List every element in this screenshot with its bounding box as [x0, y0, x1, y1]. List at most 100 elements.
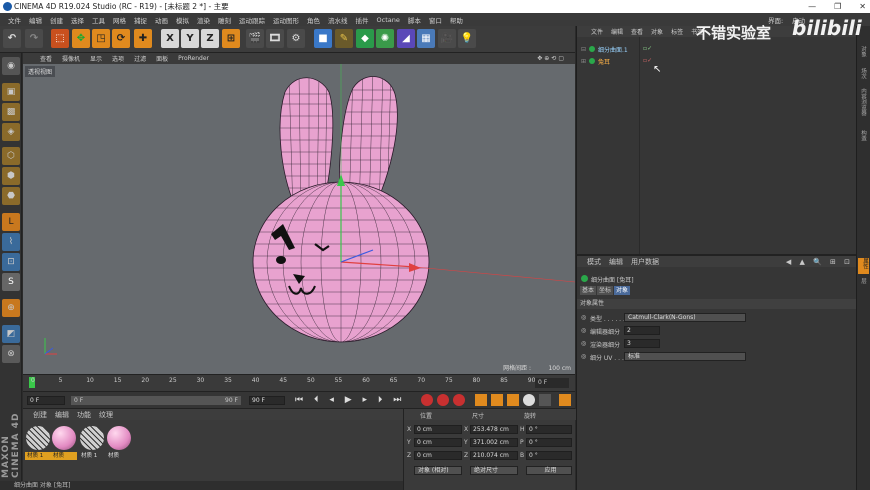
visibility-checkmark-icon[interactable]: ▫✓	[643, 57, 652, 64]
position-y-field[interactable]: 0 cm	[414, 438, 462, 447]
viewport-menu-panel[interactable]: 面板	[151, 54, 173, 63]
attr-menu-userdata[interactable]: 用户数据	[631, 257, 659, 267]
position-x-field[interactable]: 0 cm	[414, 425, 462, 434]
object-menu-view[interactable]: 查看	[627, 27, 647, 36]
start-frame-field[interactable]: 0 F	[27, 396, 65, 405]
side-tab-takes[interactable]: 场次	[859, 68, 867, 79]
attr-menu-edit[interactable]: 编辑	[609, 257, 623, 267]
perspective-viewport[interactable]: 透视视图 网格间距: 100 cm	[23, 64, 575, 374]
camera-icon[interactable]: 🎥	[438, 29, 456, 48]
move-icon[interactable]: ✥	[72, 29, 90, 48]
size-z-field[interactable]: 210.074 cm	[470, 451, 518, 460]
render-picture-viewer-icon[interactable]: 🎞	[266, 29, 284, 48]
material-swatch[interactable]: 材质 1	[25, 426, 51, 462]
key-pla-icon[interactable]	[539, 394, 551, 406]
radio-dot-icon[interactable]: ◎	[581, 314, 586, 321]
menu-edit[interactable]: 编辑	[25, 15, 46, 25]
size-y-field[interactable]: 371.002 cm	[470, 438, 518, 447]
radio-dot-icon[interactable]: ◎	[581, 340, 586, 347]
planar-workplane-icon[interactable]: ◩	[2, 325, 20, 343]
menu-character[interactable]: 角色	[303, 15, 324, 25]
tree-expand-icon[interactable]: ⊞	[581, 58, 586, 65]
menu-file[interactable]: 文件	[4, 15, 25, 25]
apply-button[interactable]: 应用	[526, 466, 572, 475]
object-row[interactable]: ⊟ 细分曲面.1 ▫✓	[581, 45, 781, 55]
light-icon[interactable]: 💡	[458, 29, 476, 48]
attr-tab-basic[interactable]: 基本	[580, 286, 596, 295]
side-tab-objects[interactable]: 对象	[859, 46, 867, 57]
menu-sculpt[interactable]: 雕刻	[214, 15, 235, 25]
playback-controls[interactable]: ⏮ ⏴ ◂ ▶ ▸ ⏵ ⏭	[295, 395, 405, 405]
position-z-field[interactable]: 0 cm	[414, 451, 462, 460]
timeline-menu-icon[interactable]	[559, 394, 571, 406]
menu-plugins[interactable]: 插件	[352, 15, 373, 25]
menu-mesh[interactable]: 网格	[109, 15, 130, 25]
key-scale-icon[interactable]	[491, 394, 503, 406]
menu-pipeline[interactable]: 流水线	[324, 15, 352, 25]
render-settings-icon[interactable]: ⚙	[287, 29, 305, 48]
maximize-button[interactable]: ❐	[834, 0, 841, 13]
menu-create[interactable]: 创建	[46, 15, 67, 25]
deformer-icon[interactable]: ◢	[397, 29, 415, 48]
menu-tools[interactable]: 工具	[88, 15, 109, 25]
coordinate-system-icon[interactable]: ⊞	[222, 29, 240, 48]
material-swatch[interactable]: 材质	[51, 426, 77, 462]
autokey-icon[interactable]	[437, 394, 449, 406]
axis-y-button[interactable]: Y	[181, 29, 199, 48]
timeline[interactable]: 0 5 10 15 20 25 30 35 40 45 50 55 60 65 70 75 80 85 90 0 F	[23, 374, 575, 391]
keyframe-selection-icon[interactable]	[453, 394, 465, 406]
cube-primitive-icon[interactable]: ■	[314, 29, 332, 48]
menu-animate[interactable]: 动画	[151, 15, 172, 25]
viewport-solo-icon[interactable]: ⊡	[2, 253, 20, 271]
end-frame-field[interactable]: 90 F	[249, 396, 285, 405]
attr-tab-object[interactable]: 对象	[614, 286, 630, 295]
array-icon[interactable]: ✺	[376, 29, 394, 48]
quantize-icon[interactable]: ⊗	[2, 345, 20, 363]
subdivision-surface-icon[interactable]: ◆	[356, 29, 374, 48]
model-mode-icon[interactable]: ▣	[2, 83, 20, 101]
axis-x-button[interactable]: X	[161, 29, 179, 48]
close-button[interactable]: ✕	[859, 0, 866, 13]
radio-dot-icon[interactable]: ◎	[581, 327, 586, 334]
locked-workplane-icon[interactable]: ⊕	[2, 299, 20, 317]
workplane-mode-icon[interactable]: ◈	[2, 123, 20, 141]
record-icon[interactable]	[421, 394, 433, 406]
side-tab-attributes[interactable]: 属性	[858, 258, 869, 274]
texture-mode-icon[interactable]: ▩	[2, 103, 20, 121]
key-position-icon[interactable]	[475, 394, 487, 406]
render-view-icon[interactable]: 🎬	[246, 29, 264, 48]
object-menu-object[interactable]: 对象	[647, 27, 667, 36]
tweak-mode-icon[interactable]: ⌇	[2, 233, 20, 251]
rotation-p-field[interactable]: 0 °	[526, 438, 572, 447]
undo-icon[interactable]: ↶	[3, 29, 21, 48]
coord-mode-dropdown[interactable]: 对象 (相对)	[414, 466, 462, 475]
axis-z-button[interactable]: Z	[201, 29, 219, 48]
current-frame-field[interactable]: 0 F	[535, 378, 569, 388]
menu-octane[interactable]: Octane	[373, 16, 404, 24]
attr-menu-mode[interactable]: 模式	[587, 257, 601, 267]
menu-simulate[interactable]: 模拟	[172, 15, 193, 25]
attr-nav-icons[interactable]: ◀ ▲ 🔍 ⊞ ⊡	[786, 258, 853, 266]
side-tab-content-browser[interactable]: 内容浏览器	[859, 88, 867, 116]
menu-script[interactable]: 脚本	[404, 15, 425, 25]
viewport-menu-display[interactable]: 显示	[85, 54, 107, 63]
tree-expand-icon[interactable]: ⊟	[581, 46, 586, 53]
key-parameter-icon[interactable]	[523, 394, 535, 406]
make-editable-icon[interactable]: ◉	[2, 57, 20, 75]
edges-mode-icon[interactable]: ⬢	[2, 167, 20, 185]
side-tab-layers[interactable]: 层	[859, 278, 867, 284]
key-rotation-icon[interactable]	[507, 394, 519, 406]
attr-tab-coords[interactable]: 坐标	[597, 286, 613, 295]
object-menu-file[interactable]: 文件	[587, 27, 607, 36]
polygons-mode-icon[interactable]: ⬣	[2, 187, 20, 205]
visibility-checkmark-icon[interactable]: ▫✓	[643, 45, 652, 52]
size-x-field[interactable]: 253.478 cm	[470, 425, 518, 434]
viewport-nav-icons[interactable]: ✥⊕⟲▢	[532, 55, 571, 62]
viewport-menu-options[interactable]: 选项	[107, 54, 129, 63]
live-select-icon[interactable]: ⬚	[51, 29, 69, 48]
redo-icon[interactable]: ↷	[25, 29, 43, 48]
attr-render-subdiv-field[interactable]: 3	[624, 339, 660, 348]
viewport-menu-view[interactable]: 查看	[35, 54, 57, 63]
viewport-menu-prorender[interactable]: ProRender	[173, 55, 214, 62]
menu-help[interactable]: 帮助	[446, 15, 467, 25]
